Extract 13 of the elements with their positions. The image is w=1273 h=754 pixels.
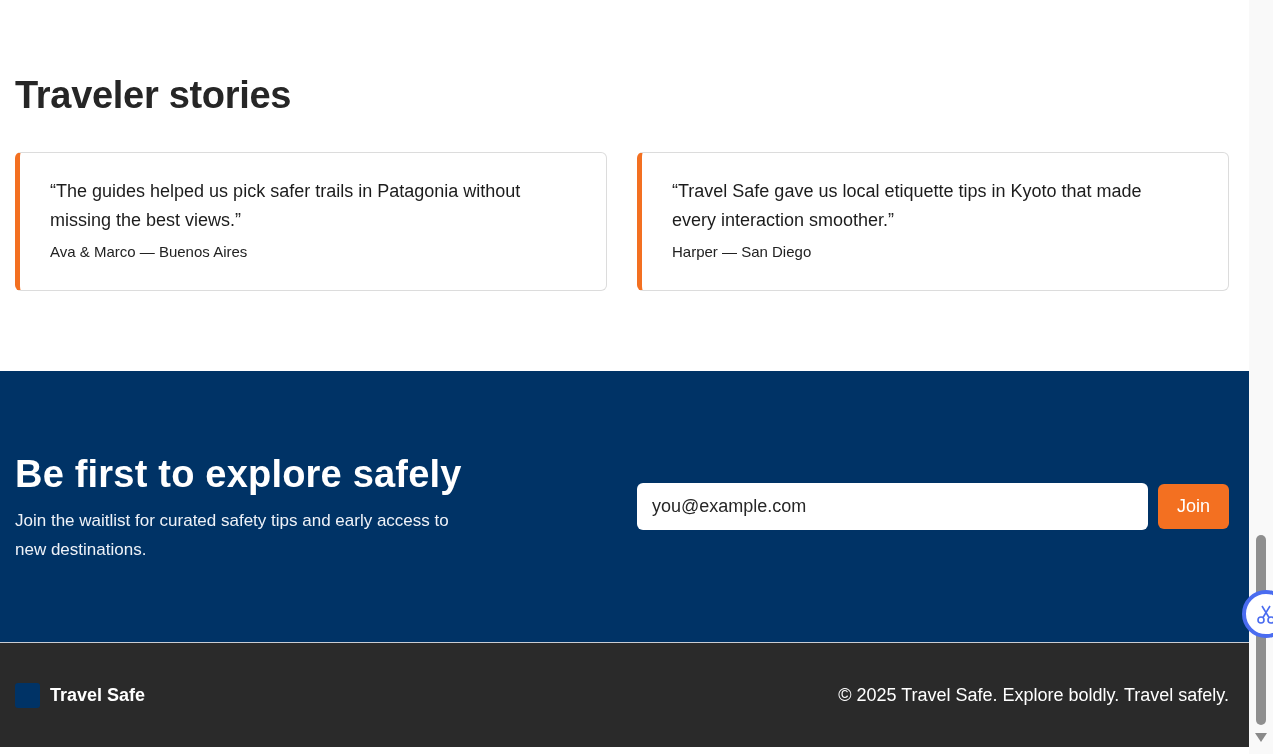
waitlist-heading: Be first to explore safely	[15, 451, 463, 497]
testimonial-author: Ava & Marco — Buenos Aires	[50, 242, 249, 262]
scroll-down-arrow-icon[interactable]	[1255, 733, 1267, 742]
waitlist-description: Join the waitlist for curated safety tips and early access to new destinations.	[15, 509, 450, 561]
testimonial-quote: “The guides helped us pick safer trails in Patagonia without missing the best views.”	[50, 180, 522, 232]
copyright-text: © 2025 Travel Safe. Explore boldly. Travel safely.	[838, 684, 1229, 706]
square-logo-icon	[15, 682, 40, 708]
testimonial-quote: “Travel Safe gave us local etiquette tips in Kyoto that made every interaction smoother.”	[672, 180, 1143, 232]
scrollbar[interactable]	[1249, 0, 1273, 754]
brand-name[interactable]: Travel Safe	[50, 684, 146, 706]
testimonial-author: Harper — San Diego	[672, 242, 813, 262]
section-heading: Traveler stories	[15, 73, 293, 118]
email-input-field[interactable]: you@example.com	[637, 483, 1148, 530]
